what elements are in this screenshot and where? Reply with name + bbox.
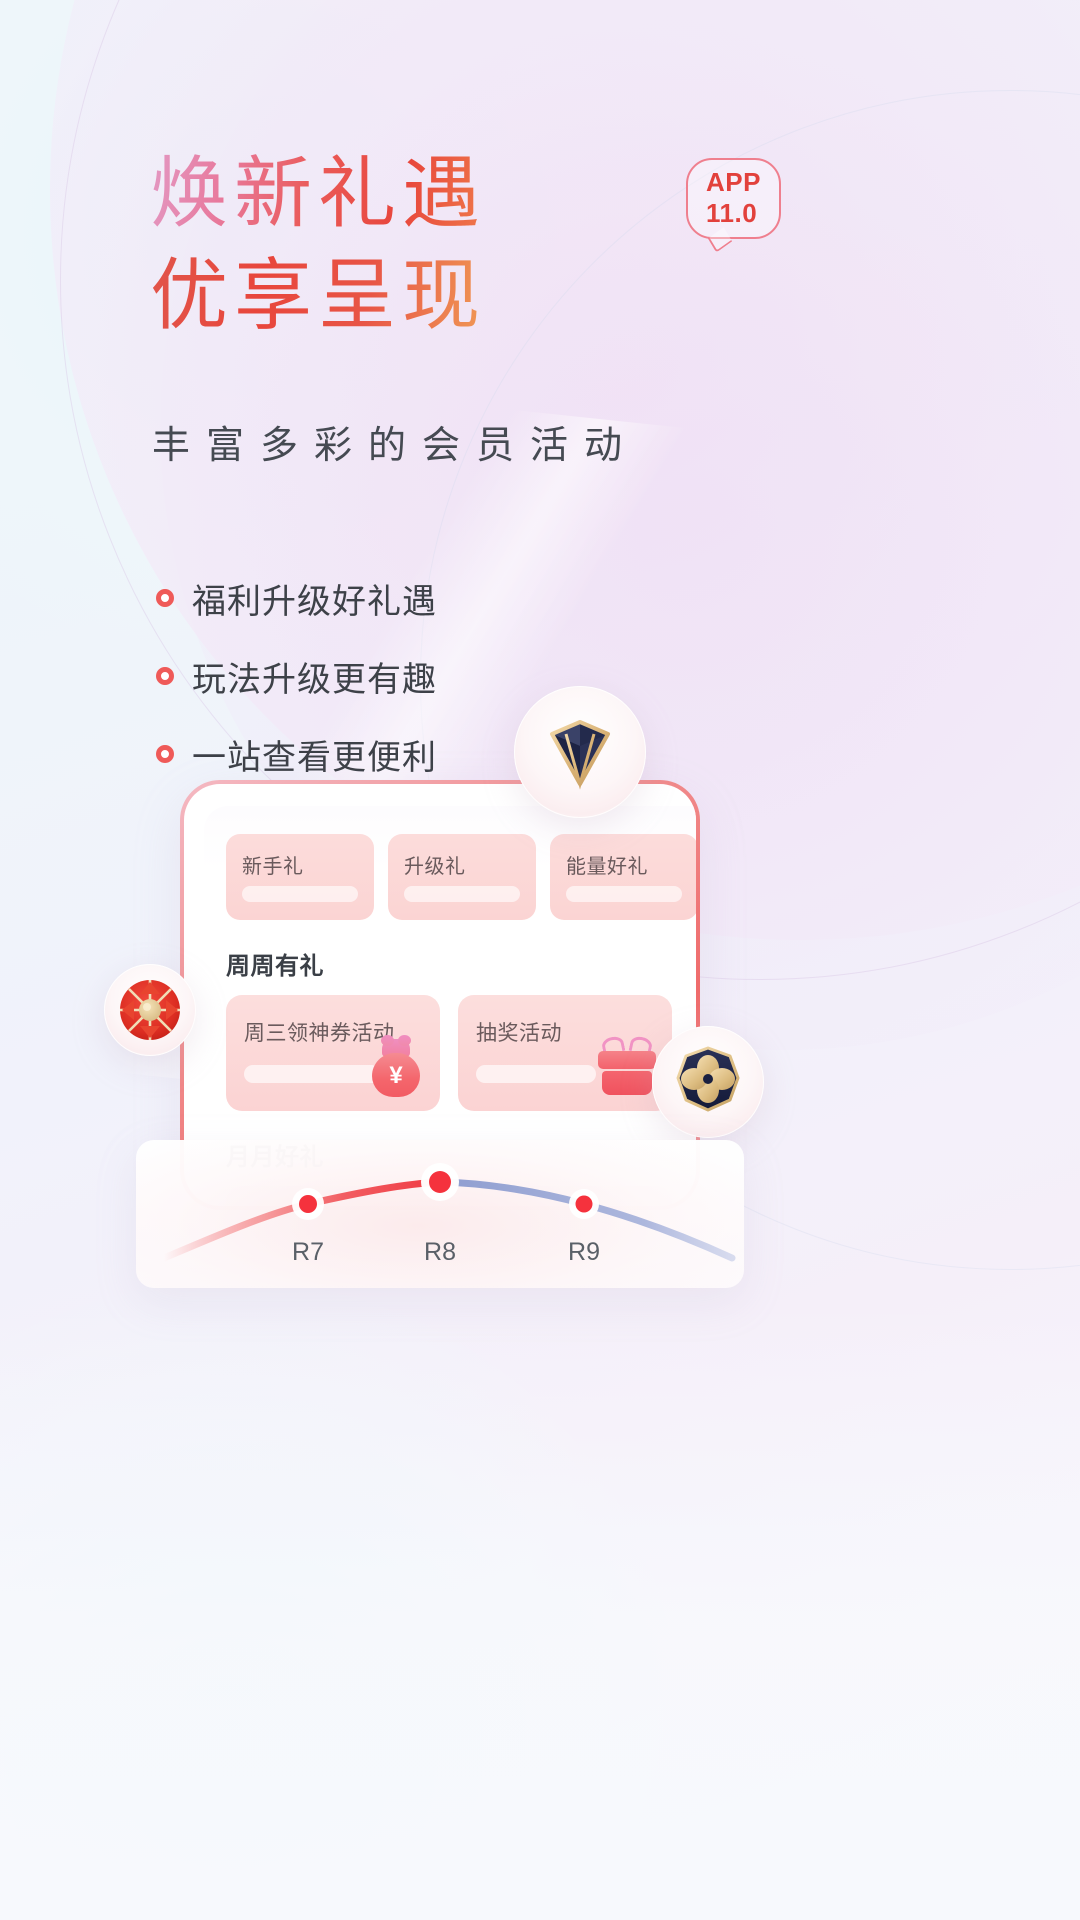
bullet-ring-icon — [156, 589, 174, 607]
gift-chip-label: 新手礼 — [242, 856, 304, 878]
activity-card-lottery[interactable]: 抽奖活动 — [458, 995, 672, 1111]
gift-chip-label: 能量好礼 — [566, 856, 648, 878]
medal-badge-icon — [104, 964, 196, 1056]
title-row-second: 优享呈现 — [150, 252, 486, 340]
placeholder-bar — [242, 886, 358, 902]
bullet-ring-icon — [156, 667, 174, 685]
placeholder-bar — [566, 886, 682, 902]
gift-box-icon — [598, 1034, 656, 1095]
gift-chip-row: 新手礼 升级礼 能量好礼 — [204, 806, 696, 920]
activity-card-coupon[interactable]: 周三领神券活动 ¥ — [226, 995, 440, 1111]
feature-bullet-list: 福利升级好礼遇 玩法升级更有趣 一站查看更便利 — [156, 570, 437, 804]
placeholder-bar — [476, 1065, 596, 1083]
bullet-label: 一站查看更便利 — [192, 738, 437, 777]
chart-tick-r7: R7 — [292, 1238, 324, 1266]
chart-tick-labels: R7 R8 R9 — [136, 1238, 744, 1278]
bullet-label: 福利升级好礼遇 — [192, 582, 437, 621]
title-line-2: 优享呈现 — [150, 252, 487, 339]
gift-chip[interactable]: 新手礼 — [226, 834, 374, 920]
placeholder-bar — [404, 886, 520, 902]
page-title: 焕新礼遇 APP 11.0 优享呈现 — [150, 150, 781, 340]
app-version-badge: APP 11.0 — [686, 158, 781, 239]
trend-chart-card: R7 R8 R9 — [136, 1140, 744, 1288]
gift-chip[interactable]: 升级礼 — [388, 834, 536, 920]
diamond-badge-icon — [514, 686, 646, 818]
bullet-ring-icon — [156, 745, 174, 763]
chart-tick-r8: R8 — [424, 1238, 456, 1266]
placeholder-bar — [244, 1065, 380, 1083]
title-line-1: 焕新礼遇 — [150, 150, 487, 237]
app-version-badge-label: APP 11.0 — [706, 167, 761, 228]
list-item: 福利升级好礼遇 — [156, 570, 437, 626]
bullet-label: 玩法升级更有趣 — [192, 660, 437, 699]
money-bag-icon: ¥ — [368, 1035, 424, 1097]
list-item: 一站查看更便利 — [156, 726, 437, 782]
weekly-card-row: 周三领神券活动 ¥ 抽奖活动 — [204, 995, 696, 1111]
gift-chip[interactable]: 能量好礼 — [550, 834, 696, 920]
background-bottom-fade — [0, 1300, 1080, 1920]
list-item: 玩法升级更有趣 — [156, 648, 437, 704]
clover-badge-icon — [652, 1026, 764, 1138]
chart-tick-r9: R9 — [568, 1238, 600, 1266]
page-subtitle: 丰富多彩的会员活动 — [152, 425, 639, 467]
gift-chip-label: 升级礼 — [404, 856, 466, 878]
title-row-first: 焕新礼遇 APP 11.0 — [150, 150, 781, 239]
section-title-weekly: 周周有礼 — [226, 953, 324, 980]
